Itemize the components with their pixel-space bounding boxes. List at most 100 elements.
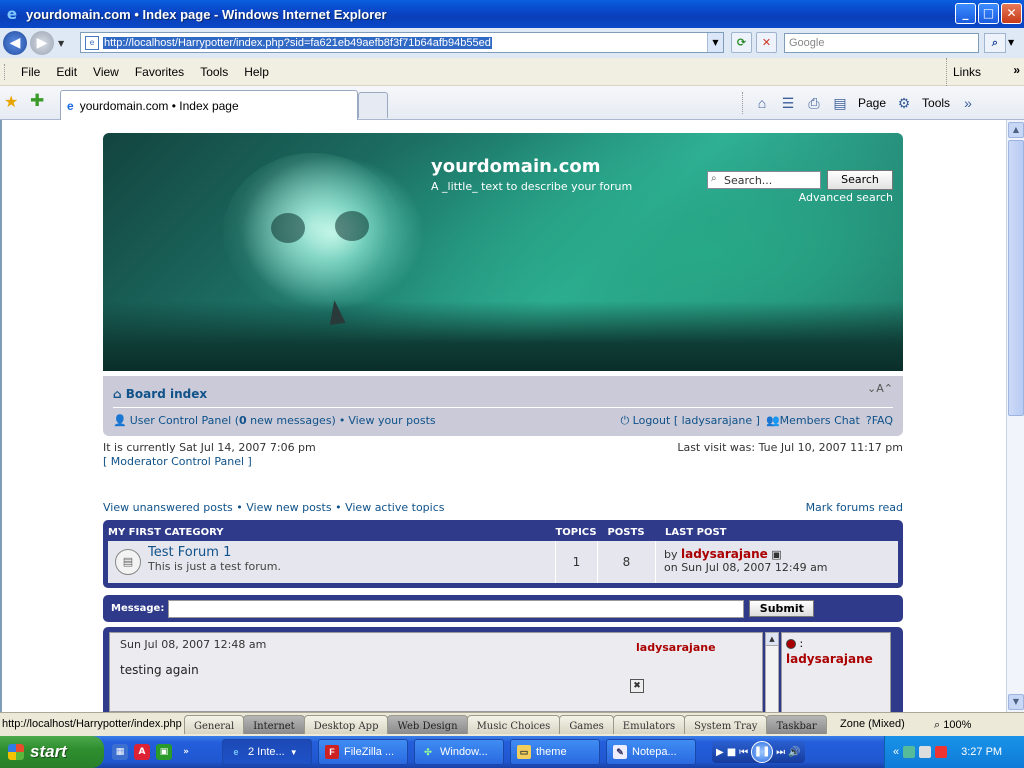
menu-view[interactable]: View xyxy=(85,65,127,79)
faq-link[interactable]: ?FAQ xyxy=(866,414,893,428)
page-menu-button[interactable]: Page xyxy=(855,96,889,110)
menu-tools[interactable]: Tools xyxy=(192,65,236,79)
forward-button[interactable]: ▶ xyxy=(30,31,54,55)
new-tab-button[interactable] xyxy=(358,92,388,118)
new-posts-link[interactable]: View new posts xyxy=(246,501,331,514)
chevron-right-icon[interactable]: » xyxy=(1013,58,1020,82)
chevron-left-icon[interactable]: « xyxy=(893,746,899,758)
tag-system-tray[interactable]: System Tray xyxy=(684,715,768,734)
ucp-link[interactable]: User Control Panel (0 new messages) xyxy=(130,414,336,427)
mcp-link[interactable]: [ Moderator Control Panel ] xyxy=(103,455,252,468)
security-zone[interactable]: Zone (Mixed) xyxy=(840,718,905,730)
active-topics-link[interactable]: View active topics xyxy=(345,501,444,514)
tag-internet[interactable]: Internet xyxy=(243,715,305,734)
tools-menu-button[interactable]: Tools xyxy=(919,96,953,110)
gear-icon[interactable]: ⚙ xyxy=(893,95,915,112)
page-menu-icon[interactable]: ▤ xyxy=(829,95,851,112)
tag-music-choices[interactable]: Music Choices xyxy=(466,715,561,734)
taskbar-item-notepad[interactable]: ✎ Notepa... xyxy=(606,739,696,765)
favorites-star-icon[interactable]: ★ xyxy=(4,92,18,111)
board-index-link[interactable]: Board index xyxy=(126,387,207,401)
forum-search-button[interactable]: Search xyxy=(827,170,893,190)
print-icon[interactable]: ⎙ xyxy=(803,95,825,112)
logout-link[interactable]: ⏻ Logout [ ladysarajane ] xyxy=(620,414,760,428)
chat-scrollbar[interactable]: ▲ xyxy=(765,632,779,712)
zoom-level[interactable]: ⌕ 100% xyxy=(934,719,971,732)
scroll-up-icon[interactable]: ▲ xyxy=(1008,122,1024,138)
taskbar-item-theme[interactable]: ▭ theme xyxy=(510,739,600,765)
clock[interactable]: 3:27 PM xyxy=(961,746,1002,758)
menu-edit[interactable]: Edit xyxy=(48,65,85,79)
delete-message-icon[interactable]: ✖ xyxy=(630,679,644,693)
view-latest-post-icon[interactable]: ▣ xyxy=(771,548,781,561)
links-toolbar[interactable]: Links xyxy=(946,58,981,86)
refresh-button[interactable]: ⟳ xyxy=(731,32,752,53)
maximize-button[interactable]: □ xyxy=(978,3,999,24)
tag-games[interactable]: Games xyxy=(559,715,614,734)
stop-media-icon[interactable]: ■ xyxy=(727,747,736,758)
tray-app-icon[interactable] xyxy=(903,746,916,758)
tray-network-icon[interactable] xyxy=(919,746,932,758)
search-icon[interactable]: ⌕ xyxy=(984,33,1006,53)
stop-button[interactable]: ✕ xyxy=(756,32,777,53)
tag-emulators[interactable]: Emulators xyxy=(612,715,686,734)
scroll-thumb[interactable] xyxy=(1008,140,1024,416)
close-button[interactable]: ✕ xyxy=(1001,3,1022,24)
last-post-user-link[interactable]: ladysarajane xyxy=(681,547,768,561)
view-your-posts-link[interactable]: View your posts xyxy=(348,414,435,427)
recent-pages-dropdown[interactable]: ▼ xyxy=(58,39,64,48)
taskbar-item-windows[interactable]: ✣ Window... xyxy=(414,739,504,765)
advanced-search-link[interactable]: Advanced search xyxy=(799,191,893,204)
tag-general[interactable]: General xyxy=(184,715,245,734)
font-decrease-icon[interactable]: ⌄ xyxy=(867,382,876,395)
volume-icon[interactable]: 🔊 xyxy=(788,747,800,758)
tab-index-page[interactable]: e yourdomain.com • Index page xyxy=(60,90,358,120)
message-input[interactable] xyxy=(168,599,745,618)
aim-icon[interactable]: A xyxy=(134,744,150,760)
back-button[interactable]: ◀ xyxy=(3,31,27,55)
category-name[interactable]: MY FIRST CATEGORY xyxy=(108,527,555,538)
address-bar[interactable]: e http://localhost/Harrypotter/index.php… xyxy=(80,32,724,53)
font-size-toggle[interactable]: ⌄A⌃ xyxy=(867,382,893,395)
font-increase-icon[interactable]: ⌃ xyxy=(884,382,893,395)
menu-favorites[interactable]: Favorites xyxy=(127,65,192,79)
url-text[interactable]: http://localhost/Harrypotter/index.php?s… xyxy=(103,36,492,49)
taskbar-item-filezilla[interactable]: F FileZilla ... xyxy=(318,739,408,765)
home-icon[interactable]: ⌂ xyxy=(751,95,773,111)
add-favorite-icon[interactable]: ✚ xyxy=(30,91,44,111)
breadcrumb[interactable]: ⌂ Board index xyxy=(113,387,207,401)
next-track-icon[interactable]: ⏭ xyxy=(776,747,785,758)
tray-security-icon[interactable] xyxy=(935,746,948,758)
start-button[interactable]: start xyxy=(0,736,104,768)
unanswered-posts-link[interactable]: View unanswered posts xyxy=(103,501,233,514)
mark-forums-read-link[interactable]: Mark forums read xyxy=(806,501,903,514)
chat-message-author[interactable]: ladysarajane xyxy=(636,641,716,654)
rss-feed-icon[interactable]: ☰ xyxy=(777,95,799,112)
show-desktop-icon[interactable]: ▦ xyxy=(112,744,128,760)
forum-search-input[interactable]: ⌕ Search... xyxy=(707,171,821,189)
taskbar-item-ie[interactable]: e 2 Inte... ▼ xyxy=(222,739,312,765)
members-chat-link[interactable]: 👥Members Chat xyxy=(766,414,860,428)
menu-file[interactable]: File xyxy=(13,65,48,79)
search-input[interactable]: Google xyxy=(784,33,979,53)
minimize-button[interactable]: _ xyxy=(955,3,976,24)
previous-track-icon[interactable]: ⏮ xyxy=(739,747,748,758)
submit-button[interactable]: Submit xyxy=(749,600,815,617)
app-icon[interactable]: ▣ xyxy=(156,744,172,760)
page-scrollbar[interactable]: ▲ ▼ xyxy=(1006,120,1024,712)
address-dropdown-icon[interactable]: ▼ xyxy=(707,33,723,52)
tag-desktop-app[interactable]: Desktop App xyxy=(303,715,389,734)
forum-title-link[interactable]: Test Forum 1 xyxy=(148,545,555,560)
chevron-right-icon[interactable]: » xyxy=(178,744,194,760)
menu-help[interactable]: Help xyxy=(236,65,277,79)
tag-web-design[interactable]: Web Design xyxy=(387,715,468,734)
chevron-up-icon[interactable]: ▲ xyxy=(766,633,778,646)
pause-icon[interactable]: ❚❚ xyxy=(751,741,774,763)
chevron-right-icon[interactable]: » xyxy=(957,95,979,111)
site-title[interactable]: yourdomain.com xyxy=(431,156,601,177)
tag-taskbar[interactable]: Taskbar xyxy=(766,715,827,734)
online-user-name[interactable]: ladysarajane xyxy=(786,652,886,666)
scroll-down-icon[interactable]: ▼ xyxy=(1008,694,1024,710)
wmp-icon[interactable]: ▶ xyxy=(716,747,724,758)
search-options-dropdown[interactable]: ▼ xyxy=(1008,33,1014,53)
